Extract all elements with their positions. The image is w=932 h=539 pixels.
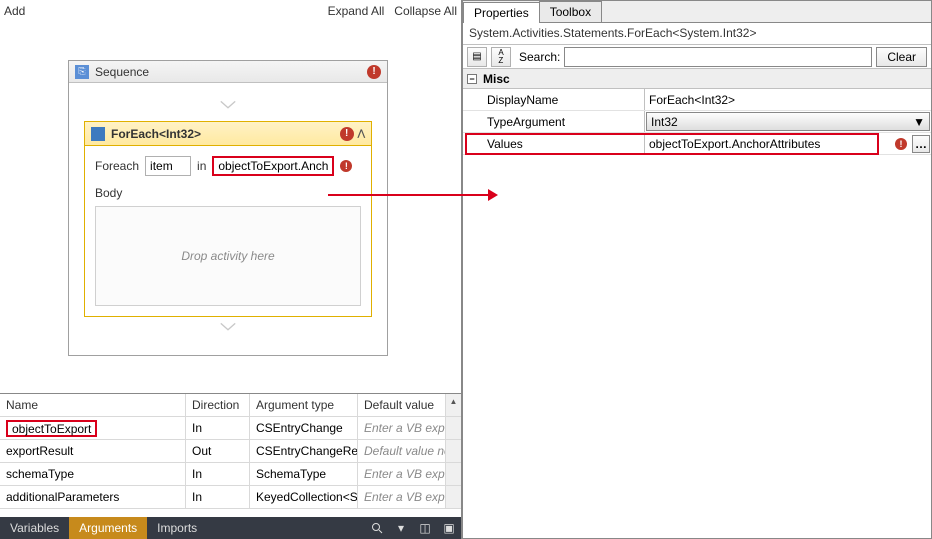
- panel-tabs: Properties Toolbox: [463, 1, 931, 23]
- column-name-header[interactable]: Name: [0, 394, 186, 416]
- clear-search-button[interactable]: Clear: [876, 47, 927, 67]
- search-icon[interactable]: [368, 519, 386, 537]
- category-label: Misc: [483, 72, 510, 86]
- table-row[interactable]: objectToExportInCSEntryChangeEnter a VB …: [0, 417, 461, 440]
- cell-direction[interactable]: In: [186, 486, 250, 508]
- table-row[interactable]: exportResultOutCSEntryChangeReDefault va…: [0, 440, 461, 463]
- foreach-header[interactable]: ForEach<Int32> ! ⋀: [85, 122, 371, 146]
- property-name: TypeArgument: [463, 111, 645, 132]
- cell-default[interactable]: Default value not su: [358, 440, 446, 462]
- drop-indicator-icon: [218, 99, 238, 111]
- sequence-body: ForEach<Int32> ! ⋀ Foreach in !: [69, 83, 387, 355]
- cell-name[interactable]: exportResult: [0, 440, 186, 462]
- collapse-all-link[interactable]: Collapse All: [394, 4, 457, 18]
- dropdown-value: Int32: [651, 115, 678, 129]
- breadcrumb-bar: Add Expand All Collapse All: [0, 0, 461, 22]
- foreach-item-input[interactable]: [145, 156, 191, 176]
- designer-canvas: Add Expand All Collapse All ⎘ Sequence !: [0, 0, 461, 393]
- add-link[interactable]: Add: [4, 4, 25, 18]
- sequence-header[interactable]: ⎘ Sequence !: [69, 61, 387, 83]
- zoom-level-icon[interactable]: ▾: [392, 519, 410, 537]
- tab-properties[interactable]: Properties: [463, 2, 540, 23]
- cell-name[interactable]: schemaType: [0, 463, 186, 485]
- foreach-values-input[interactable]: [212, 156, 334, 176]
- annotation-arrow-head: [488, 189, 498, 201]
- category-misc[interactable]: − Misc: [463, 69, 931, 89]
- categorize-button[interactable]: ▤: [467, 47, 487, 67]
- grid-header-row: Name Direction Argument type Default val…: [0, 394, 461, 417]
- tab-variables[interactable]: Variables: [0, 517, 69, 539]
- property-value[interactable]: [645, 89, 931, 110]
- sequence-title: Sequence: [95, 65, 149, 79]
- properties-panel: Properties Toolbox System.Activities.Sta…: [462, 0, 932, 539]
- expression-editor-button[interactable]: …: [912, 135, 930, 153]
- sequence-icon: ⎘: [75, 65, 89, 79]
- property-name: DisplayName: [463, 89, 645, 110]
- search-label: Search:: [519, 50, 560, 64]
- error-icon: !: [340, 160, 352, 172]
- annotation-arrow: [328, 194, 490, 196]
- foreach-icon: [91, 127, 105, 141]
- error-icon: !: [340, 127, 354, 141]
- body-drop-zone[interactable]: Drop activity here: [95, 206, 361, 306]
- cell-name[interactable]: objectToExport: [0, 417, 186, 439]
- expand-all-link[interactable]: Expand All: [328, 4, 385, 18]
- fit-screen-icon[interactable]: ▣: [440, 519, 458, 537]
- property-displayname-row: DisplayName: [463, 89, 931, 111]
- arguments-grid: Name Direction Argument type Default val…: [0, 393, 461, 517]
- cell-type[interactable]: CSEntryChange: [250, 417, 358, 439]
- foreach-label: Foreach: [95, 159, 139, 173]
- cell-default[interactable]: Enter a VB express: [358, 486, 446, 508]
- error-icon: !: [367, 65, 381, 79]
- property-values-row: Values ! …: [463, 133, 931, 155]
- cell-direction[interactable]: In: [186, 463, 250, 485]
- error-icon: !: [895, 138, 907, 150]
- cell-type[interactable]: KeyedCollection<S: [250, 486, 358, 508]
- property-name: Values: [463, 133, 645, 154]
- column-type-header[interactable]: Argument type: [250, 394, 358, 416]
- drop-hint-text: Drop activity here: [181, 249, 274, 263]
- foreach-activity[interactable]: ForEach<Int32> ! ⋀ Foreach in !: [84, 121, 372, 317]
- column-default-header[interactable]: Default value: [358, 394, 446, 416]
- dropdown-chevron-icon: ▼: [913, 115, 925, 129]
- scroll-up-icon[interactable]: ▲: [446, 394, 461, 409]
- properties-search-input[interactable]: [564, 47, 872, 67]
- sort-az-button[interactable]: AZ: [491, 47, 511, 67]
- foreach-body: Foreach in ! Body Drop activity here: [85, 146, 371, 316]
- collapse-toggle-icon[interactable]: −: [467, 74, 477, 84]
- tab-imports[interactable]: Imports: [147, 517, 207, 539]
- drop-indicator-icon: [218, 321, 238, 333]
- table-row[interactable]: additionalParametersInKeyedCollection<SE…: [0, 486, 461, 509]
- cell-name[interactable]: additionalParameters: [0, 486, 186, 508]
- cell-direction[interactable]: In: [186, 417, 250, 439]
- body-label: Body: [95, 186, 361, 200]
- property-value[interactable]: [645, 133, 891, 154]
- bottom-tab-bar: Variables Arguments Imports ▾ ◫ ▣: [0, 517, 461, 539]
- typeargument-dropdown[interactable]: Int32 ▼: [646, 112, 930, 131]
- displayname-input[interactable]: [649, 89, 927, 110]
- table-row[interactable]: schemaTypeInSchemaTypeEnter a VB express: [0, 463, 461, 486]
- selected-class-name: System.Activities.Statements.ForEach<Sys…: [463, 23, 931, 45]
- values-input[interactable]: [649, 133, 887, 154]
- designer-panel: Add Expand All Collapse All ⎘ Sequence !: [0, 0, 462, 539]
- cell-type[interactable]: CSEntryChangeRe: [250, 440, 358, 462]
- in-label: in: [197, 159, 206, 173]
- tab-arguments[interactable]: Arguments: [69, 517, 147, 539]
- tab-toolbox[interactable]: Toolbox: [539, 1, 602, 22]
- cell-direction[interactable]: Out: [186, 440, 250, 462]
- sequence-activity[interactable]: ⎘ Sequence ! ForEach<Int32> !: [68, 60, 388, 356]
- collapse-chevron-icon[interactable]: ⋀: [358, 128, 365, 139]
- overview-icon[interactable]: ◫: [416, 519, 434, 537]
- foreach-title: ForEach<Int32>: [111, 127, 201, 141]
- cell-default[interactable]: Enter a VB express: [358, 463, 446, 485]
- properties-toolbar: ▤ AZ Search: Clear: [463, 45, 931, 69]
- column-direction-header[interactable]: Direction: [186, 394, 250, 416]
- property-typeargument-row: TypeArgument Int32 ▼: [463, 111, 931, 133]
- cell-default[interactable]: Enter a VB express: [358, 417, 446, 439]
- cell-type[interactable]: SchemaType: [250, 463, 358, 485]
